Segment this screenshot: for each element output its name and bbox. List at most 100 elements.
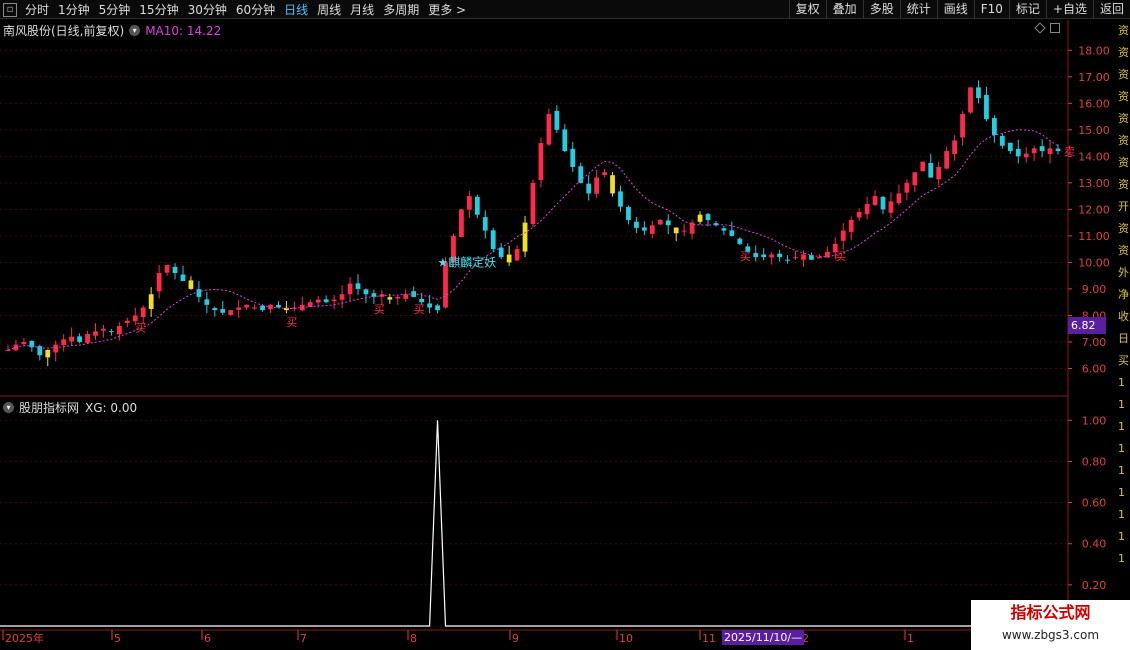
candle-body: [1015, 148, 1021, 157]
x-tick-label: 7: [300, 632, 307, 645]
candle-body: [363, 289, 369, 295]
candle-body: [681, 230, 687, 232]
right-strip-char: 资: [1118, 222, 1129, 235]
candle-body: [976, 87, 981, 98]
candle-body: [753, 253, 759, 258]
candle-body: [220, 309, 226, 313]
candle-body: [944, 151, 950, 169]
stock-chart[interactable]: 6.007.008.009.0010.0011.0012.0013.0014.0…: [0, 0, 1130, 650]
candle-body: [124, 320, 130, 324]
right-info-strip: 资资资资资资资资开资资外净收日买111111111: [1118, 20, 1130, 630]
candle-body: [180, 274, 186, 281]
x-tick-label: 10: [619, 632, 633, 645]
candle-body: [984, 94, 989, 120]
right-strip-char: 买: [1118, 354, 1129, 367]
y-tick-label: 13.00: [1078, 177, 1110, 190]
candle-body: [228, 310, 234, 315]
candle-body: [347, 283, 353, 295]
sub-y-tick-label: 1.00: [1082, 414, 1107, 427]
candle-body: [991, 118, 997, 136]
candle-body: [109, 331, 114, 333]
candle-body: [244, 304, 250, 308]
candle-body: [93, 331, 98, 336]
candle-body: [482, 217, 488, 231]
candle-body: [236, 307, 242, 310]
candle-body: [323, 299, 329, 303]
right-strip-char: 1: [1118, 508, 1125, 521]
candle-body: [801, 254, 806, 260]
right-strip-char: 1: [1118, 552, 1125, 565]
y-tick-label: 12.00: [1078, 203, 1110, 216]
candle-body: [761, 254, 767, 258]
candle-body: [140, 307, 146, 318]
candle-body: [188, 280, 194, 289]
candle-body: [260, 305, 265, 311]
candle-body: [737, 238, 743, 244]
candle-body: [212, 307, 218, 311]
x-tick-label: 6: [204, 632, 211, 645]
current-price-tag: 6.82: [1068, 317, 1106, 334]
candle-body: [156, 273, 162, 292]
watermark-title: 指标公式网: [1010, 603, 1091, 622]
candle-body: [848, 219, 854, 232]
x-tick-label: 1: [907, 632, 914, 645]
candle-body: [634, 221, 639, 228]
candle-body: [1039, 146, 1045, 152]
candle-body: [459, 209, 464, 238]
right-strip-char: 开: [1118, 200, 1129, 213]
candle-body: [355, 283, 361, 289]
candle-body: [1007, 142, 1013, 152]
candle-body: [77, 336, 82, 342]
candle-body: [1055, 148, 1061, 152]
candle-body: [952, 140, 957, 155]
candle-body: [657, 219, 663, 225]
x-tick-label: 9: [512, 632, 519, 645]
right-strip-char: 资: [1118, 178, 1129, 191]
x-tick-label: 2025年: [5, 631, 44, 645]
buy-mark: 买: [374, 303, 385, 316]
candle-body: [872, 196, 878, 206]
buy-mark: 买: [414, 303, 425, 316]
right-strip-char: 收: [1118, 310, 1129, 323]
candle-body: [427, 303, 432, 308]
right-strip-char: 资: [1118, 46, 1129, 59]
right-strip-char: 1: [1118, 376, 1125, 389]
right-strip-char: 净: [1118, 288, 1129, 301]
candle-body: [506, 254, 512, 263]
y-tick-label: 10.00: [1078, 256, 1110, 269]
candle-body: [101, 328, 106, 331]
x-tick-label: 5: [114, 632, 121, 645]
candle-body: [85, 334, 90, 343]
right-strip-char: 资: [1118, 90, 1129, 103]
candle-body: [777, 253, 782, 258]
candle-body: [387, 297, 393, 300]
candle-body: [339, 294, 345, 300]
candle-body: [276, 304, 281, 308]
candle-body: [466, 196, 472, 210]
buy-mark: 买: [286, 316, 297, 329]
candle-body: [769, 254, 775, 258]
xg-signal-line: [0, 420, 1074, 627]
y-tick-label: 7.00: [1082, 336, 1107, 349]
candle-body: [697, 214, 703, 222]
candle-body: [705, 214, 711, 220]
candle-body: [1031, 148, 1037, 154]
candle-body: [419, 298, 425, 303]
candle-body: [729, 230, 735, 236]
candle-body: [204, 299, 210, 305]
right-strip-char: 1: [1118, 420, 1125, 433]
candle-body: [61, 339, 67, 346]
y-tick-label: 15.00: [1078, 124, 1110, 137]
right-strip-char: 资: [1118, 134, 1129, 147]
candle-body: [435, 305, 440, 311]
candle-body: [888, 201, 894, 213]
y-tick-label: 16.00: [1078, 97, 1110, 110]
candle-body: [626, 206, 631, 220]
right-strip-char: 1: [1118, 398, 1125, 411]
right-strip-char: 资: [1118, 112, 1129, 125]
candle-body: [904, 182, 910, 193]
y-tick-label: 9.00: [1082, 283, 1107, 296]
candle-body: [840, 230, 846, 241]
candle-body: [490, 230, 496, 250]
candle-body: [252, 307, 257, 309]
